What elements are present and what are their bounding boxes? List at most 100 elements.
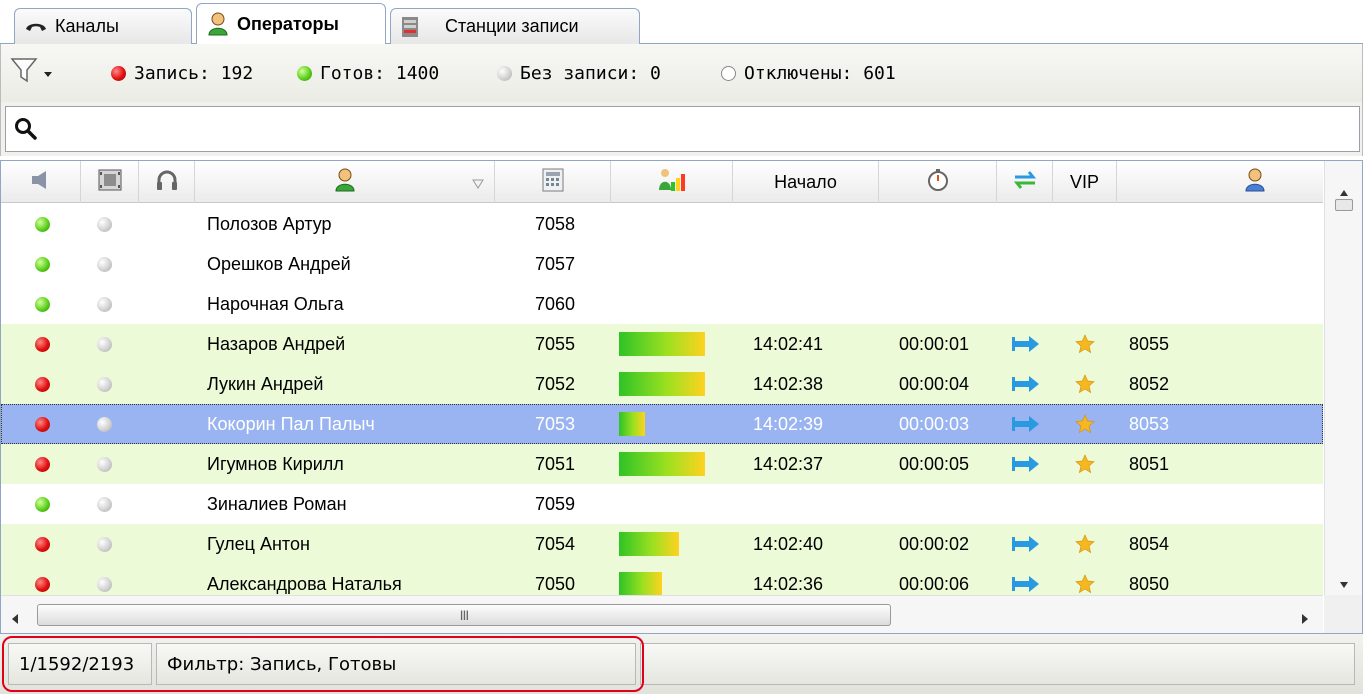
table-row[interactable]: Орешков Андрей 7057 xyxy=(1,244,1323,284)
empty-dot-icon xyxy=(721,66,736,81)
funnel-icon xyxy=(9,55,39,90)
grey-status-icon xyxy=(97,404,112,444)
grey-status-icon xyxy=(97,484,112,524)
grey-status-icon xyxy=(97,324,112,364)
level-bar xyxy=(619,404,645,444)
tab-bar: Каналы Операторы Станции записи xyxy=(0,0,1363,44)
arrow-right-icon xyxy=(1011,524,1041,564)
column-extension[interactable] xyxy=(495,161,611,203)
table-row[interactable]: Игумнов Кирилл 7051 14:02:37 00:00:05 8051 xyxy=(1,444,1323,484)
sync-icon xyxy=(1011,169,1039,196)
client-number: 8053 xyxy=(1129,413,1170,434)
red-status-icon xyxy=(35,444,50,484)
call-duration: 00:00:02 xyxy=(899,533,970,554)
filter-disabled-label: Отключены: 601 xyxy=(744,63,896,84)
client-number: 8054 xyxy=(1129,533,1170,554)
column-start[interactable]: Начало xyxy=(733,161,879,203)
table-row[interactable]: Лукин Андрей 7052 14:02:38 00:00:04 8052 xyxy=(1,364,1323,404)
red-dot-icon xyxy=(111,66,126,81)
grid-header: Начало VIP xyxy=(1,161,1323,203)
filter-record[interactable]: Запись: 192 xyxy=(111,63,253,84)
grey-status-icon xyxy=(97,284,112,324)
operator-name: Игумнов Кирилл xyxy=(207,453,344,474)
sort-desc-icon xyxy=(472,173,484,194)
column-duration[interactable] xyxy=(879,161,997,203)
red-status-icon xyxy=(35,524,50,564)
scroll-corner xyxy=(1324,595,1362,633)
filter-no-record[interactable]: Без записи: 0 xyxy=(497,63,661,84)
status-counts-text: 1/1592/2193 xyxy=(19,653,135,675)
call-start: 14:02:37 xyxy=(753,453,824,474)
filter-dropdown-button[interactable] xyxy=(9,54,89,90)
client-number: 8055 xyxy=(1129,333,1170,354)
filter-disabled[interactable]: Отключены: 601 xyxy=(721,63,896,84)
column-headset[interactable] xyxy=(139,161,195,203)
call-duration: 00:00:03 xyxy=(899,413,970,434)
phone-icon xyxy=(25,20,47,34)
filter-ready-label: Готов: 1400 xyxy=(320,63,440,84)
call-start: 14:02:41 xyxy=(753,333,824,354)
film-icon xyxy=(98,169,122,196)
status-filter-text: Фильтр: Запись, Готовы xyxy=(167,653,397,675)
filter-ready[interactable]: Готов: 1400 xyxy=(297,63,439,84)
level-bar-fill xyxy=(619,452,705,476)
grey-status-icon xyxy=(97,524,112,564)
operator-extension: 7053 xyxy=(535,413,576,434)
operator-name: Полозов Артур xyxy=(207,213,332,234)
column-client[interactable] xyxy=(1117,161,1323,203)
tab-channels[interactable]: Каналы xyxy=(14,8,192,44)
level-bar xyxy=(619,524,679,564)
arrow-right-icon xyxy=(1011,444,1041,484)
column-level[interactable] xyxy=(611,161,733,203)
call-duration: 00:00:04 xyxy=(899,373,970,394)
grey-status-icon xyxy=(97,204,112,244)
operator-name: Орешков Андрей xyxy=(207,253,351,274)
star-icon xyxy=(1075,524,1095,564)
red-status-icon xyxy=(35,404,50,444)
search-bar xyxy=(0,102,1363,156)
table-row[interactable]: Назаров Андрей 7055 14:02:41 00:00:01 8055 xyxy=(1,324,1323,364)
client-icon xyxy=(1244,168,1266,197)
operator-name: Гулец Антон xyxy=(207,533,310,554)
tab-operators[interactable]: Операторы xyxy=(196,3,386,44)
operator-extension: 7058 xyxy=(535,213,576,234)
column-vip[interactable]: VIP xyxy=(1053,161,1117,203)
column-sound[interactable] xyxy=(1,161,81,203)
column-vip-label: VIP xyxy=(1069,171,1099,192)
table-row[interactable]: Кокорин Пал Палыч 7053 14:02:39 00:00:03 805… xyxy=(1,404,1323,444)
column-operator[interactable] xyxy=(195,161,495,203)
star-icon xyxy=(1075,364,1095,404)
status-empty-panel xyxy=(640,643,1355,685)
arrow-right-icon xyxy=(1011,324,1041,364)
tab-label: Операторы xyxy=(237,13,339,34)
table-row[interactable]: Гулец Антон 7054 14:02:40 00:00:02 8054 xyxy=(1,524,1323,564)
green-status-icon xyxy=(35,284,50,324)
level-bar-fill xyxy=(619,372,705,396)
arrow-right-icon xyxy=(1011,404,1041,444)
operator-extension: 7052 xyxy=(535,373,576,394)
column-video[interactable] xyxy=(81,161,139,203)
operator-extension: 7057 xyxy=(535,253,576,274)
vertical-scrollbar[interactable] xyxy=(1324,161,1362,595)
level-bar xyxy=(619,364,705,404)
filter-record-label: Запись: 192 xyxy=(134,63,254,84)
grey-dot-icon xyxy=(497,66,512,81)
table-row[interactable]: Зиналиев Роман 7059 xyxy=(1,484,1323,524)
scroll-right-icon[interactable] xyxy=(1301,609,1309,630)
star-icon xyxy=(1075,444,1095,484)
tab-recording-stations[interactable]: Станции записи xyxy=(390,8,640,44)
vertical-scroll-thumb[interactable] xyxy=(1335,199,1353,211)
star-icon xyxy=(1075,324,1095,364)
status-bar: 1/1592/2193 Фильтр: Запись, Готовы xyxy=(0,634,1363,694)
scroll-left-icon[interactable] xyxy=(11,609,19,630)
table-row[interactable]: Нарочная Ольга 7060 xyxy=(1,284,1323,324)
grey-status-icon xyxy=(97,444,112,484)
search-input[interactable] xyxy=(5,106,1360,152)
level-icon xyxy=(657,168,687,197)
horizontal-scrollbar[interactable]: III xyxy=(1,595,1323,633)
horizontal-scroll-thumb[interactable]: III xyxy=(37,604,891,626)
column-direction[interactable] xyxy=(997,161,1053,203)
scroll-down-icon[interactable] xyxy=(1339,573,1349,594)
operator-extension: 7060 xyxy=(535,293,576,314)
table-row[interactable]: Полозов Артур 7058 xyxy=(1,204,1323,244)
